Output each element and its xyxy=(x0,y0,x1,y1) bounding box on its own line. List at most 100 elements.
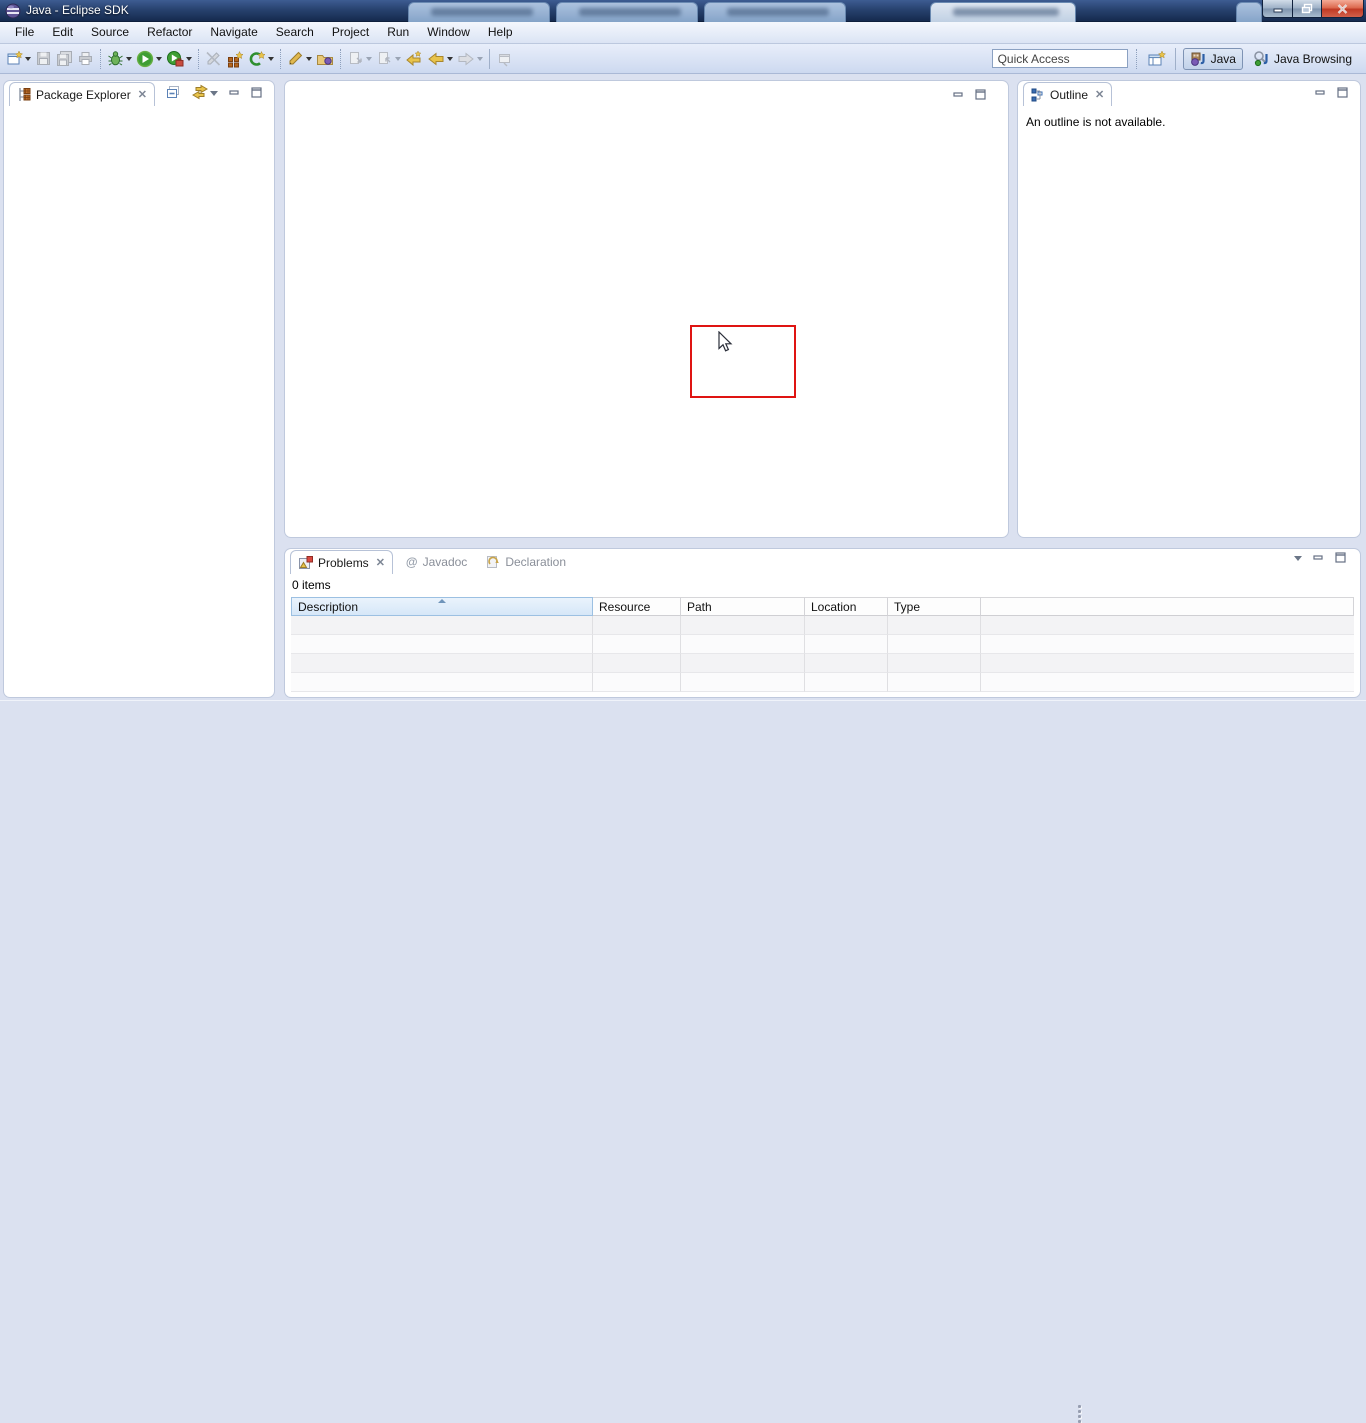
blurred-tab-text xyxy=(579,8,681,16)
background-browser-tab[interactable] xyxy=(704,2,846,22)
minimize-view-icon[interactable] xyxy=(229,87,240,101)
save-all-button[interactable] xyxy=(54,47,75,71)
back-button[interactable] xyxy=(425,47,455,71)
last-edit-location-button[interactable] xyxy=(403,47,425,71)
editor-controls xyxy=(953,89,986,103)
mark-occurrences-icon xyxy=(205,50,222,67)
pin-editor-button[interactable] xyxy=(494,47,515,71)
restore-button[interactable] xyxy=(1293,0,1322,18)
maximize-view-icon[interactable] xyxy=(1337,87,1348,101)
package-explorer-view: Package Explorer ✕ xyxy=(3,80,275,698)
pencil-icon xyxy=(287,50,304,67)
editor-area[interactable] xyxy=(284,80,1009,538)
outline-message: An outline is not available. xyxy=(1018,106,1360,138)
column-header-type[interactable]: Type xyxy=(888,597,981,616)
menu-refactor[interactable]: Refactor xyxy=(138,22,201,43)
maximize-editor-icon[interactable] xyxy=(975,89,986,103)
problems-icon xyxy=(298,555,313,570)
background-browser-tab[interactable] xyxy=(930,2,1076,22)
perspective-java-browsing-label: Java Browsing xyxy=(1274,52,1352,66)
menu-window[interactable]: Window xyxy=(418,22,479,43)
save-button[interactable] xyxy=(33,47,54,71)
close-view-icon[interactable]: ✕ xyxy=(376,556,385,569)
menu-navigate[interactable]: Navigate xyxy=(201,22,266,43)
blurred-tab-text xyxy=(727,8,829,16)
background-browser-tab-stub[interactable] xyxy=(1236,2,1262,22)
tab-package-explorer[interactable]: Package Explorer ✕ xyxy=(9,82,155,106)
previous-annotation-button[interactable] xyxy=(374,47,403,71)
minimize-editor-icon[interactable] xyxy=(953,89,964,103)
problems-header: Problems ✕ @ Javadoc Declaration xyxy=(285,549,1360,574)
column-header-path[interactable]: Path xyxy=(681,597,805,616)
column-header-blank xyxy=(981,597,1354,616)
window-title: Java - Eclipse SDK xyxy=(26,3,129,17)
open-perspective-icon xyxy=(1147,50,1166,68)
package-explorer-body[interactable] xyxy=(4,106,274,696)
view-menu-icon[interactable] xyxy=(210,91,218,96)
menu-file[interactable]: File xyxy=(6,22,43,43)
column-header-description[interactable]: Description xyxy=(291,597,593,616)
outline-header: Outline ✕ xyxy=(1018,81,1360,106)
tab-declaration[interactable]: Declaration xyxy=(479,550,573,574)
tab-problems[interactable]: Problems ✕ xyxy=(290,550,393,574)
menu-edit[interactable]: Edit xyxy=(43,22,82,43)
minimize-view-icon[interactable] xyxy=(1315,87,1326,101)
outline-title: Outline xyxy=(1050,88,1088,102)
debug-icon xyxy=(107,50,124,67)
column-header-location[interactable]: Location xyxy=(805,597,888,616)
minimize-view-icon[interactable] xyxy=(1313,552,1324,566)
forward-button[interactable] xyxy=(455,47,485,71)
quick-access-input[interactable] xyxy=(992,49,1128,68)
close-view-icon[interactable]: ✕ xyxy=(138,88,147,101)
open-perspective-button[interactable] xyxy=(1145,47,1168,71)
menu-search[interactable]: Search xyxy=(267,22,323,43)
last-edit-location-icon xyxy=(405,50,423,68)
new-java-project-icon xyxy=(226,50,244,68)
perspective-java-browsing-button[interactable]: Java Browsing xyxy=(1247,48,1358,70)
debug-button[interactable] xyxy=(105,47,134,71)
background-browser-tab[interactable] xyxy=(556,2,698,22)
open-task-button[interactable] xyxy=(285,47,314,71)
mark-occurrences-button[interactable] xyxy=(203,47,224,71)
menu-source[interactable]: Source xyxy=(82,22,138,43)
menu-help[interactable]: Help xyxy=(479,22,522,43)
collapse-all-button[interactable] xyxy=(165,84,181,103)
close-icon[interactable] xyxy=(1322,0,1364,18)
run-icon xyxy=(136,50,154,68)
perspective-java-label: Java xyxy=(1211,52,1236,66)
minimize-button[interactable] xyxy=(1262,0,1293,18)
problems-view: Problems ✕ @ Javadoc Declaration 0 it xyxy=(284,548,1361,698)
maximize-view-icon[interactable] xyxy=(1335,552,1346,566)
close-view-icon[interactable]: ✕ xyxy=(1095,88,1104,101)
problems-table-header: Description Resource Path Location Type xyxy=(291,597,1354,616)
javadoc-icon: @ xyxy=(406,555,418,569)
table-row xyxy=(291,616,1354,635)
open-type-button[interactable] xyxy=(314,47,336,71)
new-wizard-icon xyxy=(6,50,23,67)
maximize-view-icon[interactable] xyxy=(251,87,262,101)
perspective-java-button[interactable]: Java xyxy=(1183,48,1243,70)
forward-icon xyxy=(457,50,475,68)
new-java-project-button[interactable] xyxy=(224,47,246,71)
link-with-editor-button[interactable] xyxy=(192,84,208,103)
new-java-class-button[interactable] xyxy=(246,47,276,71)
declaration-icon xyxy=(486,555,500,569)
tab-outline[interactable]: Outline ✕ xyxy=(1023,82,1112,106)
run-external-tool-icon xyxy=(166,50,184,68)
next-annotation-icon xyxy=(347,50,364,67)
column-header-resource[interactable]: Resource xyxy=(593,597,681,616)
declaration-tab-label: Declaration xyxy=(505,555,566,569)
print-button[interactable] xyxy=(75,47,96,71)
view-menu-icon[interactable] xyxy=(1294,556,1302,561)
eclipse-window: { "window": { "title": "Java - Eclipse S… xyxy=(0,0,1366,728)
save-icon xyxy=(35,50,52,67)
run-button[interactable] xyxy=(134,47,164,71)
menu-run[interactable]: Run xyxy=(378,22,418,43)
background-browser-tab[interactable] xyxy=(408,2,550,22)
run-external-tool-button[interactable] xyxy=(164,47,194,71)
new-wizard-button[interactable] xyxy=(4,47,33,71)
menu-project[interactable]: Project xyxy=(323,22,378,43)
status-bar-grip[interactable] xyxy=(1078,1405,1081,1423)
tab-javadoc[interactable]: @ Javadoc xyxy=(399,550,474,574)
next-annotation-button[interactable] xyxy=(345,47,374,71)
